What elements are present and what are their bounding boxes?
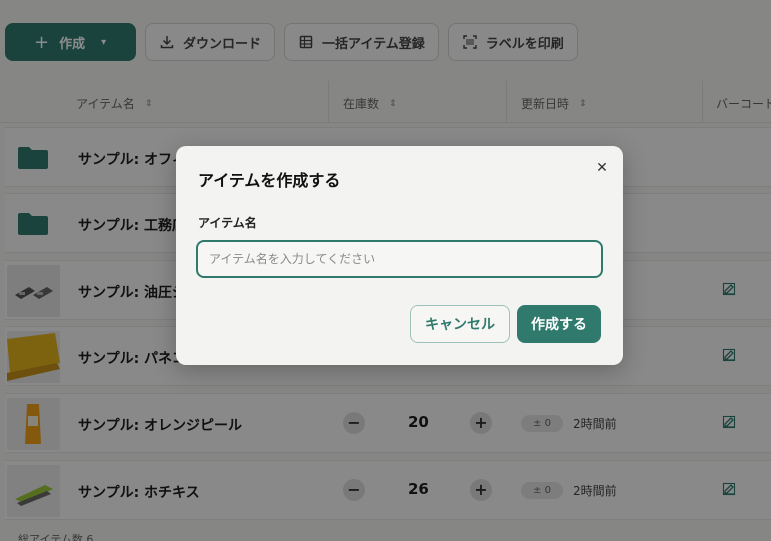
dialog-title: アイテムを作成する: [198, 171, 341, 190]
item-name-label: アイテム名: [198, 216, 257, 230]
create-item-dialog: アイテムを作成する ✕ アイテム名 キャンセル 作成する: [176, 146, 623, 365]
cancel-button[interactable]: キャンセル: [410, 305, 510, 343]
create-button[interactable]: 作成する: [517, 305, 601, 343]
close-icon[interactable]: ✕: [593, 159, 611, 177]
item-name-input[interactable]: [196, 240, 603, 278]
